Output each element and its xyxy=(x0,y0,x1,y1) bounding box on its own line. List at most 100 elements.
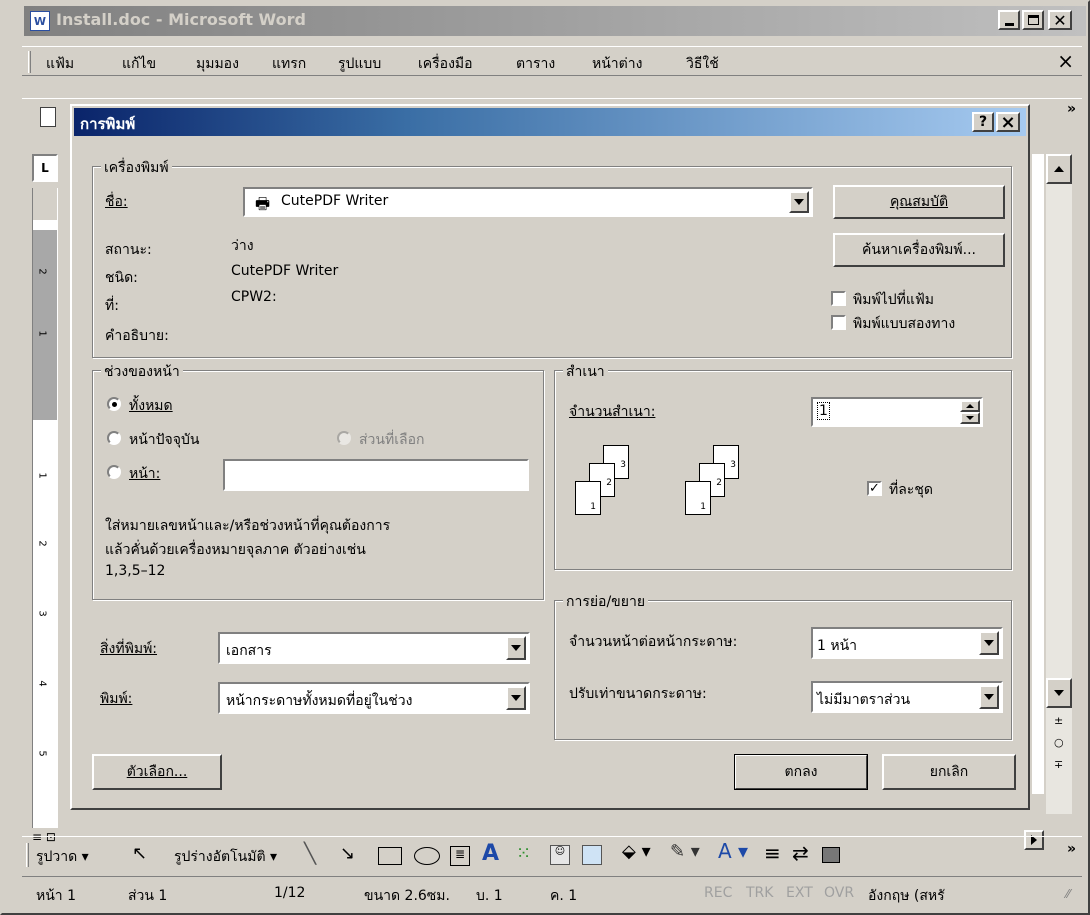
ruler-corner-tab[interactable]: L xyxy=(32,154,58,182)
find-printer-button[interactable]: ค้นหาเครื่องพิมพ์... xyxy=(833,233,1005,267)
range-current-label[interactable]: หน้าปัจจุบัน xyxy=(129,429,199,451)
menu-item-6[interactable]: ตาราง xyxy=(516,53,555,75)
print-what-dropdown-button[interactable] xyxy=(506,636,526,660)
menu-item-1[interactable]: แก้ไข xyxy=(122,53,156,75)
menu-item-8[interactable]: วิธีใช้ xyxy=(686,53,719,75)
range-pages-radio[interactable] xyxy=(107,465,121,479)
fill-color-icon[interactable]: ⬙ ▾ xyxy=(622,841,651,862)
scroll-up-button[interactable] xyxy=(1046,154,1072,184)
arrow-style-icon[interactable]: ⇄ xyxy=(792,841,809,865)
number-of-copies-input[interactable]: 1 xyxy=(811,397,983,427)
line-style-icon[interactable]: ≡ xyxy=(764,841,781,865)
status-ovr[interactable]: OVR xyxy=(824,885,854,901)
status-rec[interactable]: REC xyxy=(704,885,732,901)
print-to-file-label[interactable]: พิมพ์ไปที่แฟ้ม xyxy=(853,289,934,311)
print-what-select[interactable]: เอกสาร xyxy=(218,632,530,664)
word-title: Install.doc - Microsoft Word xyxy=(56,10,306,29)
select-objects-icon[interactable]: ↖ xyxy=(132,843,147,864)
menu-item-3[interactable]: แทรก xyxy=(272,53,306,75)
range-pages-label[interactable]: หน้า: xyxy=(129,463,160,485)
font-color-icon[interactable]: A ▾ xyxy=(718,839,748,863)
textbox-icon[interactable]: ≣ xyxy=(450,846,470,866)
close-icon: ✕ xyxy=(1053,10,1067,30)
oval-icon[interactable] xyxy=(414,847,440,865)
pages-per-sheet-select[interactable]: 1 หน้า xyxy=(811,627,1003,659)
print-select[interactable]: หน้ากระดาษทั้งหมดที่อยู่ในช่วง xyxy=(218,682,530,714)
browse-object-icon[interactable]: ○ xyxy=(1054,736,1064,749)
rectangle-icon[interactable] xyxy=(378,847,402,865)
printer-dropdown-button[interactable] xyxy=(789,191,809,213)
window-close-button[interactable]: ✕ xyxy=(1048,10,1072,30)
diagram-icon[interactable]: ⁙ xyxy=(516,843,531,864)
copies-group-label: สำเนา xyxy=(563,361,608,383)
collate-page-1b: 1 xyxy=(685,481,711,515)
ruler-mark-1b: 1 xyxy=(36,472,48,479)
copies-group: สำเนา จำนวนสำเนา: 1 3 2 1 3 2 1 ✓ ที่ละช… xyxy=(554,361,1012,570)
print-dropdown-button[interactable] xyxy=(506,686,526,710)
zoom-group: การย่อ/ขยาย จำนวนหน้าต่อหน้ากระดาษ: 1 หน… xyxy=(554,591,1012,740)
resize-grip-icon[interactable]: ⁄⁄ xyxy=(1066,887,1070,901)
status-trk[interactable]: TRK xyxy=(746,885,773,901)
minimize-button[interactable] xyxy=(998,10,1020,30)
picture-icon[interactable] xyxy=(582,845,602,865)
prev-page-icon[interactable]: ± xyxy=(1054,714,1063,727)
scale-to-paper-dropdown-button[interactable] xyxy=(979,685,999,709)
help-icon: ? xyxy=(978,114,988,130)
clipart-icon[interactable]: ☺ xyxy=(550,845,570,865)
collate-label[interactable]: ที่ละชุด xyxy=(889,479,933,501)
word-app-icon: W xyxy=(30,11,50,31)
drawing-toolbar-overflow-icon[interactable]: » xyxy=(1067,841,1076,857)
new-document-icon[interactable] xyxy=(40,107,56,127)
line-color-icon[interactable]: ✎ ▾ xyxy=(670,841,700,862)
collate-checkbox[interactable]: ✓ xyxy=(867,481,882,496)
manual-duplex-checkbox[interactable] xyxy=(831,315,846,330)
line-icon[interactable]: ╲ xyxy=(304,841,316,865)
close-document-icon[interactable]: × xyxy=(1057,49,1074,73)
menu-item-0[interactable]: แฟ้ม xyxy=(46,53,74,75)
copies-spin-up[interactable] xyxy=(960,400,980,412)
draw-menu[interactable]: รูปวาด ▾ xyxy=(36,846,89,868)
printer-name-select[interactable]: 🖶 CutePDF Writer xyxy=(243,187,813,217)
cancel-button[interactable]: ยกเลิก xyxy=(882,754,1016,790)
copies-spin-down[interactable] xyxy=(960,412,980,424)
close-icon: × xyxy=(1000,111,1016,133)
range-current-radio[interactable] xyxy=(107,431,121,445)
dialog-close-button[interactable]: × xyxy=(996,111,1020,133)
range-all-label[interactable]: ทั้งหมด xyxy=(129,395,173,417)
chevron-down-icon xyxy=(984,640,994,646)
menu-item-2[interactable]: มุมมอง xyxy=(196,53,239,75)
minimize-icon xyxy=(1004,22,1014,26)
menu-item-7[interactable]: หน้าต่าง xyxy=(592,53,642,75)
maximize-button[interactable] xyxy=(1022,10,1044,30)
pages-per-sheet-value: 1 หน้า xyxy=(817,638,858,654)
scale-to-paper-select[interactable]: ไม่มีมาตราส่วน xyxy=(811,681,1003,713)
chevron-down-icon xyxy=(511,695,521,701)
range-all-radio[interactable] xyxy=(107,397,121,411)
collate-page-1: 1 xyxy=(575,481,601,515)
range-hint-line2: แล้วคั่นด้วยเครื่องหมายจุลภาค ตัวอย่างเช… xyxy=(105,542,366,558)
options-button[interactable]: ตัวเลือก... xyxy=(92,754,222,790)
menu-item-5[interactable]: เครื่องมือ xyxy=(418,53,473,75)
autoshapes-menu[interactable]: รูปร่างอัตโนมัติ ▾ xyxy=(174,846,277,868)
vertical-scrollbar[interactable]: ± ○ ∓ xyxy=(1046,154,1072,814)
range-selection-radio xyxy=(337,431,351,445)
help-button[interactable]: ? xyxy=(972,112,994,132)
manual-duplex-label[interactable]: พิมพ์แบบสองทาง xyxy=(853,313,955,335)
menu-bar: แฟ้ม แก้ไข มุมมอง แทรก รูปแบบ เครื่องมือ ตาราง… xyxy=(22,46,1082,76)
shadow-icon[interactable] xyxy=(822,847,840,863)
status-section: ส่วน 1 xyxy=(128,888,168,904)
status-ext[interactable]: EXT xyxy=(786,885,813,901)
pages-per-sheet-dropdown-button[interactable] xyxy=(979,631,999,655)
wordart-icon[interactable]: A xyxy=(482,841,499,866)
range-pages-input[interactable] xyxy=(223,459,529,491)
ok-button[interactable]: ตกลง xyxy=(734,754,868,790)
menu-item-4[interactable]: รูปแบบ xyxy=(338,53,381,75)
printer-type-label: ชนิด: xyxy=(105,270,138,286)
properties-button[interactable]: คุณสมบัติ xyxy=(833,185,1005,219)
next-page-icon[interactable]: ∓ xyxy=(1054,758,1063,771)
toolbar-overflow-icon[interactable]: » xyxy=(1067,101,1076,117)
print-to-file-checkbox[interactable] xyxy=(831,291,846,306)
arrow-icon[interactable]: ↘ xyxy=(340,843,355,864)
scroll-down-button[interactable] xyxy=(1046,678,1072,708)
print-dialog: การพิมพ์ ? × เครื่องพิมพ์ ชื่อ: 🖶 CutePD… xyxy=(70,104,1030,810)
